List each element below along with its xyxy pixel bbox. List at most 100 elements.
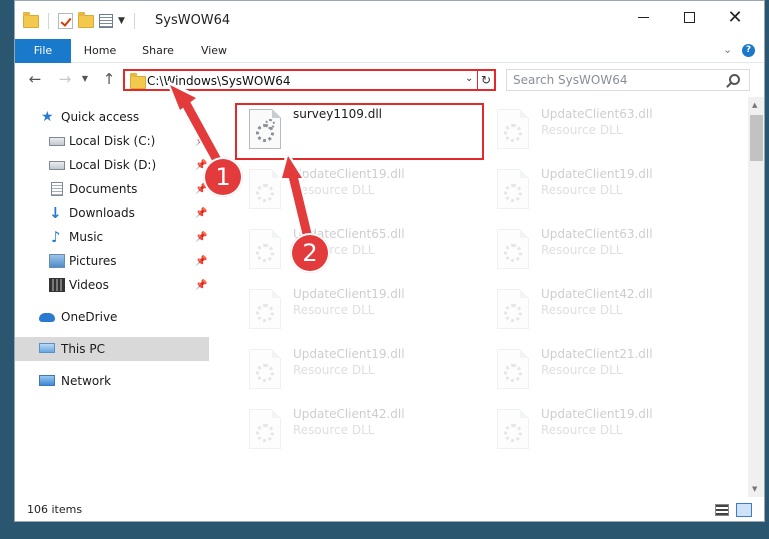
file-tile[interactable]: UpdateClient19.dll Resource DLL [485, 159, 715, 215]
sidebar-item-videos[interactable]: Videos 📌 [15, 273, 209, 297]
help-icon[interactable]: ? [742, 44, 755, 57]
sidebar-item-label: Quick access [61, 110, 140, 124]
search-icon[interactable] [729, 74, 740, 85]
file-name: UpdateClient63.dll [541, 107, 653, 121]
dll-file-icon [249, 349, 281, 389]
file-tile[interactable]: UpdateClient19.dll Resource DLL [237, 279, 467, 335]
sidebar-item-label: Videos [69, 278, 109, 292]
file-description: Resource DLL [293, 303, 375, 317]
folder-icon [130, 73, 146, 89]
scroll-up-arrow-icon[interactable]: ▲ [752, 101, 757, 109]
file-name: UpdateClient21.dll [541, 347, 653, 361]
tab-file[interactable]: File [15, 39, 71, 63]
file-tile[interactable]: UpdateClient19.dll Resource DLL [237, 159, 467, 215]
address-history-chevron-icon[interactable]: ⌄ [465, 73, 473, 84]
drive-icon [49, 161, 65, 170]
folder-icon[interactable] [23, 11, 39, 28]
file-name: UpdateClient63.dll [541, 227, 653, 241]
sidebar-item-this-pc[interactable]: This PC [15, 337, 209, 361]
pin-icon[interactable]: 📌 [195, 136, 207, 147]
tab-share[interactable]: Share [135, 39, 181, 63]
sidebar-item-pictures[interactable]: Pictures 📌 [15, 249, 209, 273]
dll-file-icon [497, 409, 529, 449]
pin-icon[interactable]: 📌 [195, 280, 207, 291]
explorer-window: ▼ SysWOW64 ✕ File Home Share View ⌄ ? ← … [14, 0, 765, 522]
sidebar-item-quick-access[interactable]: ★ Quick access [15, 105, 209, 129]
sidebar-item-label: Downloads [69, 206, 135, 220]
back-button[interactable]: ← [25, 70, 45, 88]
gear-icon [504, 184, 522, 202]
vertical-scrollbar[interactable]: ▲ ▼ [748, 97, 764, 497]
file-tile[interactable]: UpdateClient19.dll Resource DLL [485, 399, 715, 455]
maximize-icon [683, 11, 695, 23]
file-description: Resource DLL [541, 183, 623, 197]
drive-icon [49, 137, 65, 146]
dll-file-icon [249, 169, 281, 209]
file-description: Resource DLL [293, 363, 375, 377]
dll-file-icon [497, 229, 529, 269]
pin-icon[interactable]: 📌 [195, 232, 207, 243]
file-name: UpdateClient19.dll [541, 407, 653, 421]
sidebar-item-onedrive[interactable]: OneDrive [15, 305, 209, 329]
dll-file-icon [249, 289, 281, 329]
sidebar-item-network[interactable]: Network [15, 369, 209, 393]
navigation-pane: ★ Quick access Local Disk (C:) 📌 Local D… [15, 97, 209, 497]
file-description: Resource DLL [293, 183, 375, 197]
tab-home[interactable]: Home [77, 39, 123, 63]
sidebar-item-label: Music [69, 230, 104, 244]
documents-icon [51, 182, 63, 196]
address-input[interactable] [147, 72, 457, 90]
dll-file-icon [497, 169, 529, 209]
sidebar-item-local-disk-d[interactable]: Local Disk (D:) 📌 [15, 153, 209, 177]
search-box[interactable] [506, 69, 750, 91]
minimize-button[interactable] [620, 1, 666, 33]
sidebar-item-label: Local Disk (C:) [69, 134, 156, 148]
dll-file-icon [497, 109, 529, 149]
file-description: Resource DLL [541, 363, 623, 377]
network-icon [39, 375, 55, 386]
step-callout-2: 2 [290, 233, 330, 273]
refresh-icon[interactable]: ↻ [477, 71, 494, 89]
pin-icon[interactable]: 📌 [195, 256, 207, 267]
sidebar-item-documents[interactable]: Documents 📌 [15, 177, 209, 201]
sidebar-item-downloads[interactable]: ↓ Downloads 📌 [15, 201, 209, 225]
new-folder-icon[interactable] [78, 11, 94, 28]
pin-icon[interactable]: 📌 [195, 208, 207, 219]
close-button[interactable]: ✕ [712, 1, 758, 33]
address-bar[interactable]: ⌄ ↻ [123, 69, 496, 91]
recent-locations-chevron-icon[interactable]: ▼ [79, 70, 91, 88]
properties-icon[interactable] [99, 14, 113, 28]
file-tile[interactable]: UpdateClient42.dll Resource DLL [485, 279, 715, 335]
expand-ribbon-chevron-icon[interactable]: ⌄ [723, 43, 732, 56]
scrollbar-thumb[interactable] [750, 115, 763, 161]
file-tile[interactable]: UpdateClient21.dll Resource DLL [485, 339, 715, 395]
gear-icon [504, 304, 522, 322]
large-icons-view-icon[interactable] [736, 503, 752, 517]
properties-check-icon[interactable] [58, 13, 73, 29]
up-button[interactable]: ↑ [99, 70, 119, 88]
file-description: Resource DLL [541, 423, 623, 437]
pictures-icon [49, 254, 65, 268]
maximize-button[interactable] [666, 1, 712, 33]
file-tile[interactable]: UpdateClient42.dll Resource DLL [237, 399, 467, 455]
file-tile[interactable]: UpdateClient65.dll Resource DLL [237, 219, 467, 275]
file-description: Resource DLL [541, 243, 623, 257]
file-tile[interactable]: UpdateClient19.dll Resource DLL [237, 339, 467, 395]
dll-file-icon [249, 229, 281, 269]
tab-view[interactable]: View [191, 39, 237, 63]
details-view-icon[interactable] [715, 504, 729, 516]
sidebar-item-local-disk-c[interactable]: Local Disk (C:) 📌 [15, 129, 209, 153]
quick-access-toolbar: ▼ [23, 11, 139, 30]
navigation-bar: ← → ▼ ↑ ⌄ ↻ [15, 63, 764, 96]
file-tile[interactable]: UpdateClient63.dll Resource DLL [485, 99, 715, 155]
file-tile[interactable]: UpdateClient63.dll Resource DLL [485, 219, 715, 275]
scroll-down-arrow-icon[interactable]: ▼ [752, 485, 757, 493]
search-input[interactable] [513, 72, 723, 88]
sidebar-item-music[interactable]: ♪ Music 📌 [15, 225, 209, 249]
onedrive-icon [39, 313, 55, 322]
forward-button[interactable]: → [55, 70, 75, 88]
gear-icon [504, 244, 522, 262]
minimize-icon [637, 16, 649, 18]
gear-icon [256, 364, 274, 382]
customize-toolbar-chevron-icon[interactable]: ▼ [118, 16, 125, 26]
